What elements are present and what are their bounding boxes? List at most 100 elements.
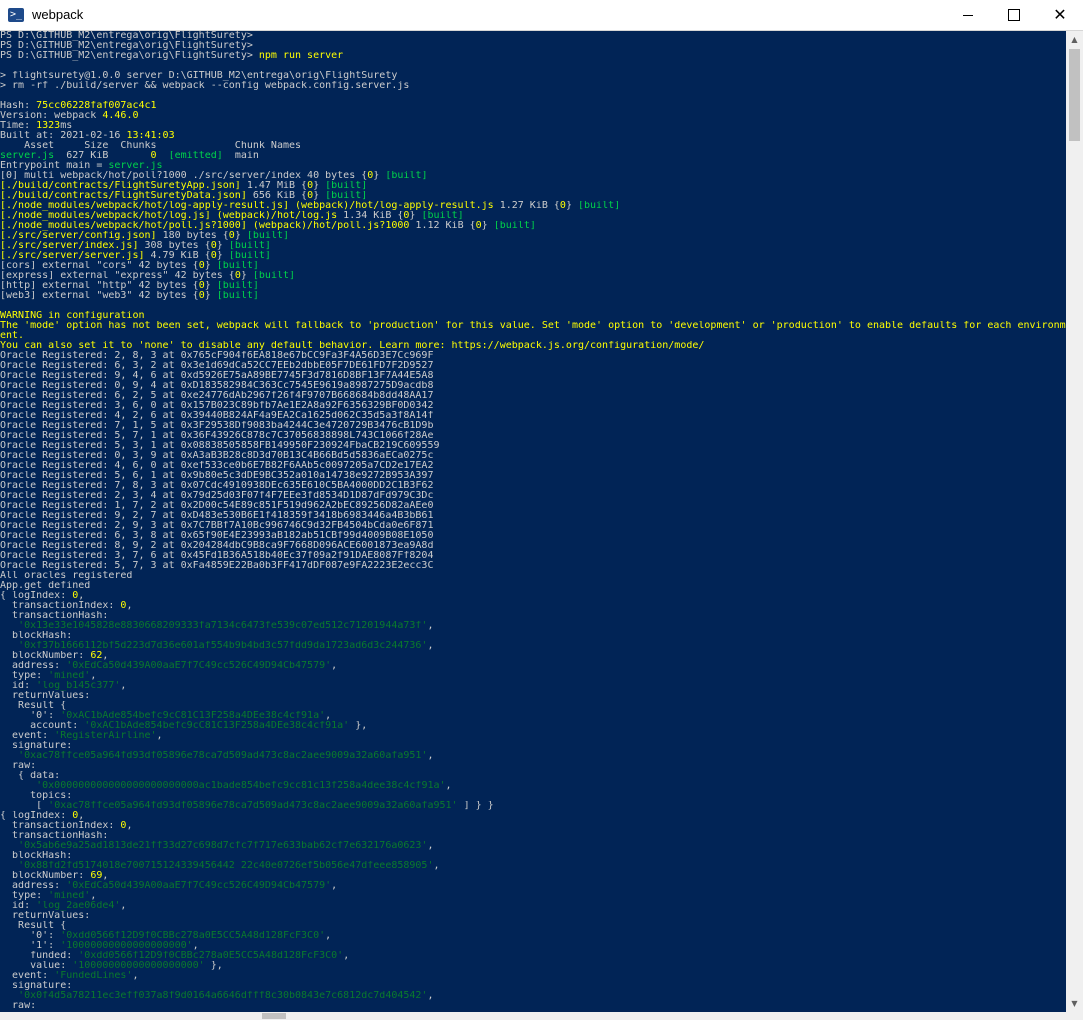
console-text: [cors] external "cors" 42 bytes { [0,261,199,271]
console-text: [built] [421,211,464,221]
console-line: Oracle Registered: 3, 7, 6 at 0x45Fd1B36… [0,551,1066,561]
console-text: (webpack)/hot/log-apply-result.js [288,201,494,211]
console-text: } [373,171,386,181]
console-text: 'RegisterAirline' [54,731,157,741]
console-line: '0': '0xdd0566f12D9f0CBBc278a0E5CC5A48d1… [0,931,1066,941]
console-text: 4.79 KiB { [144,251,211,261]
close-button[interactable]: ✕ [1037,0,1083,30]
window-titlebar: >_ webpack ✕ [0,0,1083,31]
console-text: server.js [108,161,163,171]
console-text: Oracle Registered: 5, 7, 1 at 0x36F43926… [0,431,434,441]
console-text: [built] [216,281,259,291]
console-line: raw: [0,1001,1066,1011]
console-text: 1.12 KiB { [409,221,476,231]
console-text: } [240,271,253,281]
console-text: [./src/server/server.js] [0,251,145,261]
console-text: '0xAC1bAde854befc9cC81C13F258a4DEe38c4cf… [84,721,350,731]
console-line: Oracle Registered: 4, 2, 6 at 0x39440B82… [0,411,1066,421]
console-text: [built] [325,191,368,201]
console-text: [./node_modules/webpack/hot/poll.js?1000… [0,221,247,231]
console-text: 'mined' [48,671,91,681]
scroll-down-arrow-icon[interactable]: ▼ [1066,995,1083,1012]
window-title: webpack [32,7,84,22]
console-text: 'mined' [48,891,91,901]
console-line: '0x13e33e1045828e8830668209333fa7134c647… [0,621,1066,631]
scrollbar-corner [1066,1012,1083,1020]
console-text: } [204,291,217,301]
maximize-button[interactable] [991,0,1037,30]
console-text: , [126,601,133,611]
console-text: Result { [0,701,67,711]
terminal-output[interactable]: PS D:\GITHUB_M2\entrega\orig\FlightSuret… [0,31,1066,1012]
console-text: Oracle Registered: 6, 3, 8 at 0x65f90E4E… [0,531,434,541]
console-text: [http] external "http" 42 bytes { [0,281,199,291]
console-text: '0': [0,711,61,721]
console-line: PS D:\GITHUB_M2\entrega\orig\FlightSuret… [0,51,1066,61]
console-text: 656 KiB { [246,191,308,201]
horizontal-scrollbar[interactable] [0,1012,1066,1020]
console-text: , [427,621,434,631]
console-text: Oracle Registered: 9, 4, 6 at 0xd5926E75… [0,371,434,381]
console-text: } [216,251,229,261]
console-line: type: 'mined', [0,891,1066,901]
console-line: Oracle Registered: 6, 3, 2 at 0x3e1d69dC… [0,361,1066,371]
console-line: Oracle Registered: 5, 3, 1 at 0x08838505… [0,441,1066,451]
console-line: PS D:\GITHUB_M2\entrega\orig\FlightSuret… [0,31,1066,41]
console-text: Oracle Registered: 9, 2, 7 at 0xD483e530… [0,511,434,521]
console-text: 'log_2ae06de4' [36,901,121,911]
console-line: { data: [0,771,1066,781]
console-line: transactionHash: [0,831,1066,841]
console-line: '0x0f4d5a78211ec3eff037a8f9d0164a6646dff… [0,991,1066,1001]
vertical-scroll-thumb[interactable] [1069,49,1080,141]
console-text: [./src/server/index.js] [0,241,139,251]
console-line: account: '0xAC1bAde854befc9cC81C13F258a4… [0,721,1066,731]
vertical-scrollbar[interactable]: ▲ ▼ [1066,31,1083,1012]
console-text: 308 bytes { [138,241,211,251]
console-line: Oracle Registered: 7, 1, 5 at 0x3F29538D… [0,421,1066,431]
console-text: Version: webpack [0,111,103,121]
console-text: topics: [0,791,73,801]
console-line: '0x000000000000000000000000ac1bade854bef… [0,781,1066,791]
console-line: signature: [0,981,1066,991]
console-line: returnValues: [0,691,1066,701]
console-line: '0x88fd2fd5174018e700715124339456442 22c… [0,861,1066,871]
console-text: , [78,591,85,601]
close-icon: ✕ [1053,5,1067,24]
scroll-up-arrow-icon[interactable]: ▲ [1066,31,1083,48]
console-line: Version: webpack 4.46.0 [0,111,1066,121]
console-line: blockNumber: 62, [0,651,1066,661]
console-text: 1.27 KiB { [493,201,560,211]
console-text: , [120,901,127,911]
console-line: [./src/server/index.js] 308 bytes {0} [b… [0,241,1066,251]
console-line: { logIndex: 0, [0,591,1066,601]
horizontal-scroll-thumb[interactable] [262,1013,286,1019]
console-line: > flightsurety@1.0.0 server D:\GITHUB_M2… [0,71,1066,81]
console-text: Hash: [0,101,37,111]
console-text: transactionHash: [0,611,109,621]
console-text: 627 KiB [54,151,151,161]
console-line: Oracle Registered: 0, 9, 4 at 0xD1835829… [0,381,1066,391]
console-text: '10000000000000000000' [72,961,205,971]
console-line: [express] external "express" 42 bytes {0… [0,271,1066,281]
console-line: Oracle Registered: 6, 2, 5 at 0xe24776dA… [0,391,1066,401]
console-line: [./src/server/server.js] 4.79 KiB {0} [b… [0,251,1066,261]
console-text: , [427,641,434,651]
console-text: , [78,811,85,821]
console-text: , [325,931,332,941]
console-line: event: 'RegisterAirline', [0,731,1066,741]
console-text: Oracle Registered: 3, 7, 6 at 0x45Fd1B36… [0,551,434,561]
console-text: { logIndex: [0,591,73,601]
console-text: , [102,871,109,881]
console-text: raw: [0,1001,37,1011]
console-text: 'log_b145c377' [36,681,121,691]
minimize-button[interactable] [945,0,991,30]
console-line: topics: [0,791,1066,801]
console-line: > rm -rf ./build/server && webpack --con… [0,81,1066,91]
console-line: '1': '10000000000000000000', [0,941,1066,951]
console-text: > flightsurety@1.0.0 server D:\GITHUB_M2… [0,71,398,81]
console-text: > rm -rf ./build/server && webpack --con… [0,81,410,91]
console-text: , [427,751,434,761]
console-text: , [120,681,127,691]
